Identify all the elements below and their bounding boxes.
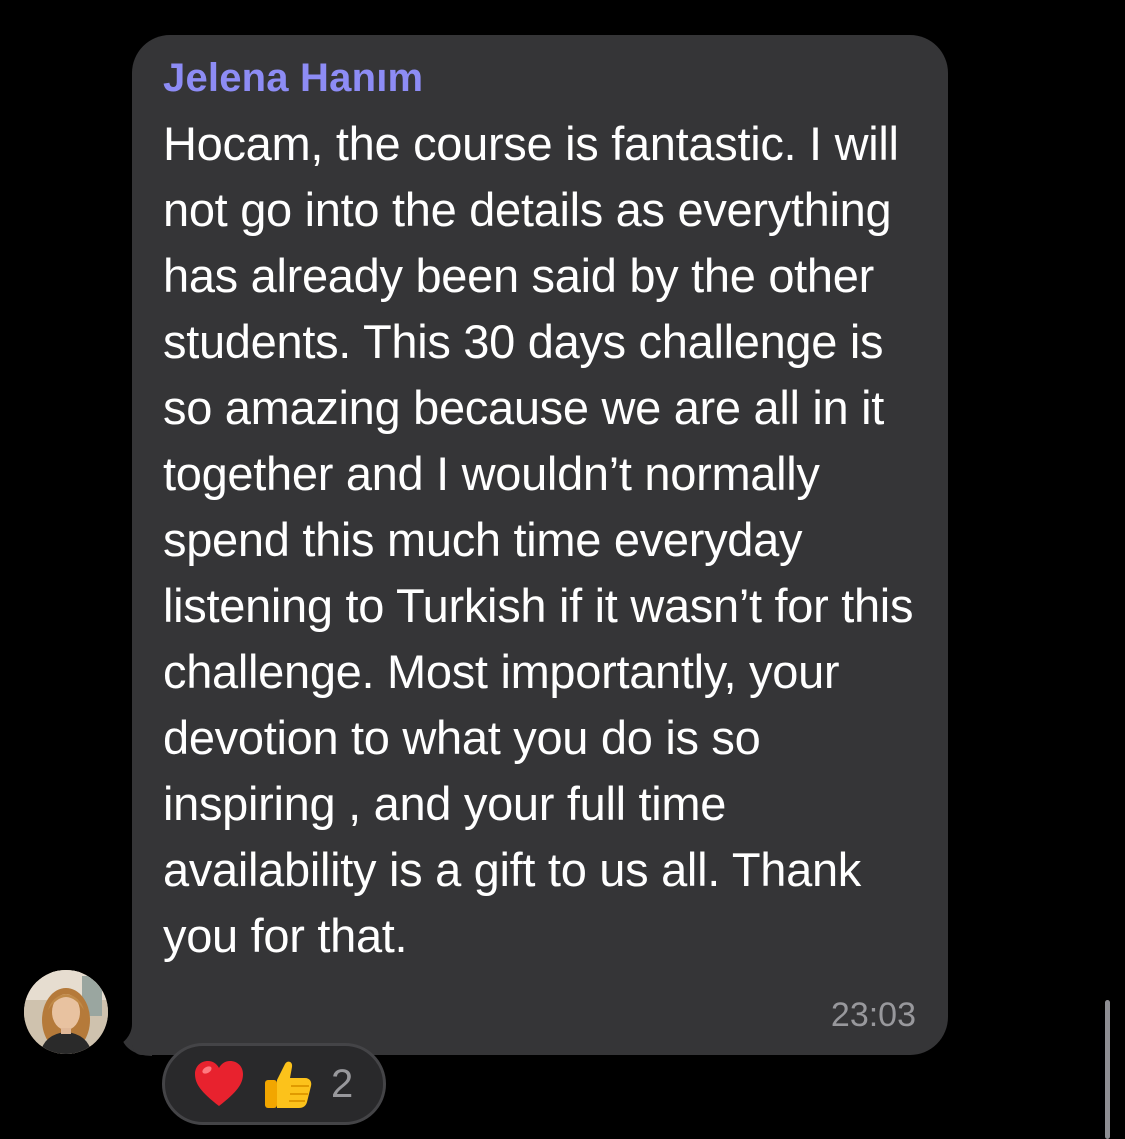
reaction-count: 2 (331, 1061, 354, 1106)
reactions-pill[interactable]: 2 (162, 1043, 386, 1125)
scrollbar[interactable] (1105, 1000, 1110, 1139)
chat-screen: Jelena Hanım Hocam, the course is fantas… (0, 0, 1125, 1139)
thumbs-up-icon[interactable] (259, 1056, 315, 1112)
sender-name[interactable]: Jelena Hanım (163, 53, 918, 103)
red-heart-icon[interactable] (191, 1056, 247, 1112)
message-text: Hocam, the course is fantastic. I will n… (163, 117, 914, 962)
avatar-photo-icon (24, 970, 108, 1054)
user-avatar[interactable] (24, 970, 108, 1054)
message-bubble[interactable]: Jelena Hanım Hocam, the course is fantas… (132, 35, 948, 1055)
message-timestamp: 23:03 (830, 996, 916, 1034)
